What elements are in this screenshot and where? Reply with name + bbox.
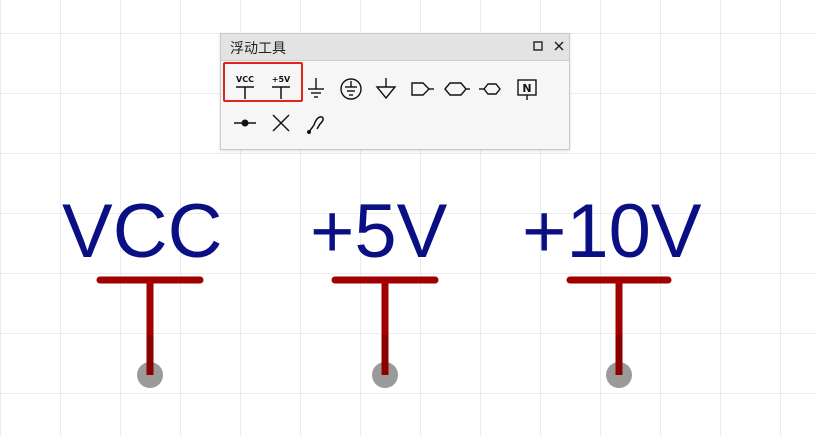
net-label-tool-label: N <box>522 82 531 95</box>
restore-button[interactable] <box>531 39 545 53</box>
net-port-bidirectional-tool[interactable] <box>442 74 472 104</box>
earth-ground-icon <box>340 78 362 100</box>
net-label-tool[interactable]: N <box>512 74 542 104</box>
close-x-icon <box>554 41 564 51</box>
ground-icon <box>308 78 324 98</box>
probe-icon <box>307 116 324 134</box>
no-connect-x-icon <box>272 114 290 132</box>
junction-dot-icon <box>234 119 256 127</box>
signal-ground-icon <box>375 78 397 100</box>
plus5v-power-symbol[interactable] <box>331 276 439 388</box>
selection-highlight-box <box>223 62 303 102</box>
net-port-bidirectional-icon <box>444 82 470 96</box>
net-label-icon: N <box>517 79 537 100</box>
net-port-input-tool[interactable] <box>407 74 437 104</box>
floating-tools-window[interactable]: 浮动工具 VCC +5V N <box>220 33 570 150</box>
junction-tool[interactable] <box>230 108 260 138</box>
floating-tools-titlebar[interactable]: 浮动工具 <box>221 34 569 61</box>
window-title: 浮动工具 <box>230 41 286 57</box>
restore-square-icon <box>533 41 543 51</box>
ground-tool[interactable] <box>301 74 331 104</box>
net-port-hex-icon <box>479 83 501 95</box>
signal-ground-tool[interactable] <box>371 74 401 104</box>
no-connect-tool[interactable] <box>266 108 296 138</box>
net-port-input-icon <box>411 82 434 96</box>
earth-ground-tool[interactable] <box>336 74 366 104</box>
probe-tool[interactable] <box>301 108 331 138</box>
close-button[interactable] <box>552 39 566 53</box>
plus10v-power-symbol[interactable] <box>566 276 672 388</box>
vcc-power-symbol[interactable] <box>96 276 204 388</box>
net-port-hex-tool[interactable] <box>477 74 507 104</box>
